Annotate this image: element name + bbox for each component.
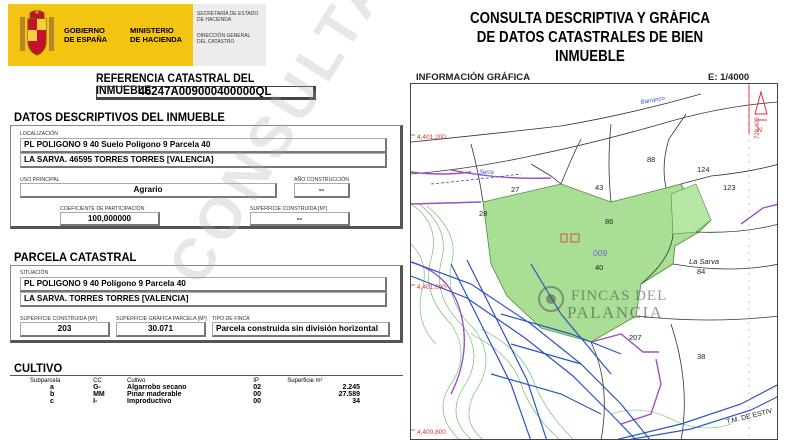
parcel-number: 28 bbox=[479, 209, 487, 218]
parcela-title: PARCELA CATASTRAL bbox=[14, 250, 137, 264]
table-row: c I- Improductivo 00 34 bbox=[30, 398, 360, 405]
cell-cultivo: Pinar maderable bbox=[127, 391, 182, 398]
parcel-number: 40 bbox=[595, 263, 603, 272]
page-title: CONSULTA DESCRIPTIVA Y GRÁFICA DE DATOS … bbox=[470, 10, 710, 65]
sup-graf-value: 30.071 bbox=[116, 322, 206, 337]
situacion-line2: LA SARVA. TORRES TORRES [VALENCIA] bbox=[20, 292, 387, 307]
parcel-number: 86 bbox=[605, 217, 613, 226]
parcel-number: 43 bbox=[595, 183, 603, 192]
parcel-number: 124 bbox=[697, 165, 710, 174]
map-svg: 4,401,200 4,401,000 4,400,800 729,400 N … bbox=[411, 84, 777, 439]
cadastral-map[interactable]: 4,401,200 4,401,000 4,400,800 729,400 N … bbox=[410, 83, 778, 440]
coord-label: 4,401,000 bbox=[417, 284, 446, 291]
government-logo: GOBIERNO DE ESPAÑA MINISTERIO DE HACIEND… bbox=[8, 4, 193, 66]
coat-of-arms-icon bbox=[20, 10, 54, 56]
cell-cc: G- bbox=[93, 384, 101, 391]
parcel-number: 207 bbox=[629, 333, 642, 342]
datos-title: DATOS DESCRIPTIVOS DEL INMUEBLE bbox=[14, 110, 225, 124]
uso-value: Agrario bbox=[20, 183, 277, 198]
situacion-line1: PL POLIGONO 9 40 Polígono 9 Parcela 40 bbox=[20, 277, 387, 292]
cell-subparcela: b bbox=[50, 391, 55, 398]
coef-value: 100,000000 bbox=[60, 212, 160, 226]
tipo-finca-value: Parcela construida sin división horizont… bbox=[212, 322, 390, 337]
parcel-number: 27 bbox=[511, 185, 519, 194]
ministry-name: MINISTERIO DE HACIENDA bbox=[130, 26, 183, 44]
parcel-number: 84 bbox=[697, 267, 705, 276]
cell-ip: 00 bbox=[253, 391, 262, 398]
table-row: b MM Pinar maderable 00 27.589 bbox=[30, 391, 360, 398]
logo-text: PALANCIA bbox=[567, 303, 663, 322]
cell-superficie: 2.245 bbox=[342, 384, 360, 391]
parcel-number: 88 bbox=[647, 155, 655, 164]
road-label: Serra bbox=[479, 170, 494, 176]
cell-subparcela: a bbox=[50, 384, 54, 391]
svg-text:N: N bbox=[757, 127, 762, 134]
cultivo-table: Subparcela CC Cultivo IP Superficie m² a… bbox=[30, 378, 360, 405]
cell-superficie: 27.589 bbox=[338, 391, 360, 398]
cultivo-rule bbox=[10, 375, 403, 376]
secretaria-block: SECRETARÍA DE ESTADO DE HACIENDA DIRECCI… bbox=[193, 4, 266, 66]
sup-construida-value: -- bbox=[250, 212, 350, 226]
coord-label: 4,400,800 bbox=[417, 429, 446, 436]
parcel-number: 123 bbox=[723, 183, 736, 192]
localizacion-line1: PL POLIGONO 9 40 Suelo Polígono 9 Parcel… bbox=[20, 138, 387, 153]
coord-label: 4,401,200 bbox=[417, 134, 446, 141]
localizacion-label: LOCALIZACIÓN bbox=[20, 131, 59, 137]
anio-value: -- bbox=[294, 183, 350, 198]
parcel-number: La Sarva bbox=[689, 257, 719, 266]
cell-ip: 02 bbox=[253, 384, 262, 391]
cell-subparcela: c bbox=[50, 398, 54, 405]
sup-const-value: 203 bbox=[20, 322, 110, 337]
map-scale: E: 1/4000 bbox=[708, 72, 750, 83]
referencia-value: 46247A009000400000QL bbox=[96, 86, 316, 100]
cell-cc: I- bbox=[93, 398, 98, 405]
government-name: GOBIERNO DE ESPAÑA bbox=[64, 26, 108, 44]
cell-cultivo: Algarrobo secano bbox=[127, 384, 187, 391]
situacion-label: SITUACIÓN bbox=[20, 270, 49, 276]
localizacion-line2: LA SARVA. 46595 TORRES TORRES [VALENCIA] bbox=[20, 153, 387, 168]
parcel-number: 38 bbox=[697, 352, 705, 361]
cell-superficie: 34 bbox=[352, 398, 360, 405]
cell-cc: MM bbox=[93, 391, 105, 398]
map-title: INFORMACIÓN GRÁFICA bbox=[416, 72, 530, 83]
parcel-number: 009 bbox=[593, 248, 607, 258]
cell-cultivo: Improductivo bbox=[127, 398, 172, 405]
cell-ip: 00 bbox=[253, 398, 262, 405]
logo-text: FINCAS DEL bbox=[571, 288, 667, 304]
cultivo-title: CULTIVO bbox=[14, 361, 63, 375]
table-row: a G- Algarrobo secano 02 2.245 bbox=[30, 384, 360, 391]
